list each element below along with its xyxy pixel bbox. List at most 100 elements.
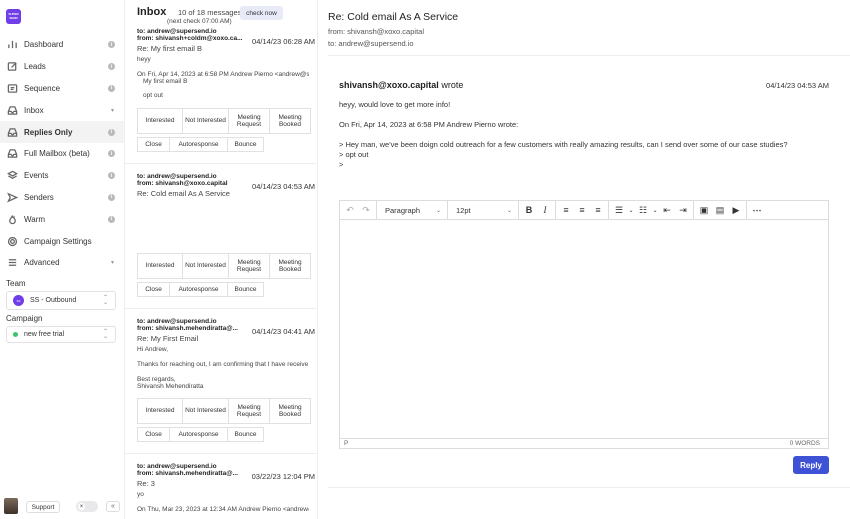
theme-toggle[interactable]: × <box>76 501 98 512</box>
divider <box>328 487 850 488</box>
tag-buttons: Interested Not Interested Meeting Reques… <box>137 398 311 424</box>
info-icon[interactable]: i <box>108 193 115 201</box>
campaign-select[interactable]: new free trial ⌃ ⌄ <box>6 326 116 343</box>
word-count[interactable]: 0 WORDS <box>790 440 820 447</box>
toolbar-divider <box>555 200 556 220</box>
check-now-button[interactable]: check now <box>240 6 283 20</box>
indent-icon[interactable]: ⇥ <box>675 202 691 218</box>
tag-interested-button[interactable]: Interested <box>137 108 183 134</box>
bounce-button[interactable]: Bounce <box>227 137 264 152</box>
next-check-time: (next check 07:00 AM) <box>167 18 232 25</box>
bounce-button[interactable]: Bounce <box>227 282 264 297</box>
bullet-list-icon[interactable]: ☰ <box>611 202 627 218</box>
info-icon[interactable]: i <box>108 84 115 92</box>
list-item[interactable]: to: andrew@supersend.io from: shivansh.m… <box>137 463 315 513</box>
chevron-down-icon[interactable]: ⌄ <box>651 202 659 218</box>
toolbar-divider <box>376 200 377 220</box>
list-item[interactable]: to: andrew@supersend.io from: shivansh+c… <box>137 28 315 99</box>
reply-button[interactable]: Reply <box>793 456 829 474</box>
action-buttons: Close Autoresponse Bounce <box>137 137 264 152</box>
autoresponse-button[interactable]: Autoresponse <box>169 137 228 152</box>
replies-icon <box>6 126 18 138</box>
toolbar-divider <box>447 200 448 220</box>
italic-icon[interactable]: I <box>537 202 553 218</box>
bounce-button[interactable]: Bounce <box>227 427 264 442</box>
bold-icon[interactable]: B <box>521 202 537 218</box>
align-right-icon[interactable]: ≡ <box>590 202 606 218</box>
media-icon[interactable]: ▶ <box>728 202 744 218</box>
user-avatar[interactable] <box>4 498 18 514</box>
collapse-sidebar-button[interactable]: « <box>106 501 120 512</box>
tag-not-interested-button[interactable]: Not Interested <box>182 108 229 134</box>
chevron-down-icon[interactable]: ▾ <box>111 107 114 114</box>
sidebar-item-dashboard[interactable]: Dashboard i <box>0 34 124 56</box>
chevron-down-icon[interactable]: ▾ <box>111 259 114 266</box>
sidebar-item-label: Full Mailbox (beta) <box>24 149 90 159</box>
action-buttons: Close Autoresponse Bounce <box>137 427 264 442</box>
reply-editor[interactable]: ↶ ↷ Paragraph ⌄ 12pt ⌄ B I ≡ ≡ ≡ ☰ ⌄ ☷ ⌄ <box>339 200 829 449</box>
align-center-icon[interactable]: ≡ <box>574 202 590 218</box>
close-button[interactable]: Close <box>137 427 170 442</box>
close-button[interactable]: Close <box>137 282 170 297</box>
info-icon[interactable]: i <box>108 150 115 158</box>
supersend-logo[interactable]: SUPER SEND <box>6 9 21 24</box>
tag-meeting-request-button[interactable]: Meeting Request <box>228 398 270 424</box>
mailbox-icon <box>6 148 18 160</box>
support-button[interactable]: Support <box>26 501 60 513</box>
format-select[interactable]: Paragraph ⌄ <box>379 201 445 220</box>
sidebar-item-senders[interactable]: Senders i <box>0 187 124 209</box>
close-button[interactable]: Close <box>137 137 170 152</box>
info-icon[interactable]: i <box>108 41 115 49</box>
tag-interested-button[interactable]: Interested <box>137 398 183 424</box>
image-icon[interactable]: ▣ <box>696 202 712 218</box>
tag-meeting-booked-button[interactable]: Meeting Booked <box>269 108 311 134</box>
team-select[interactable]: SS SS - Outbound ⌃ ⌄ <box>6 291 116 310</box>
sidebar-item-inbox[interactable]: Inbox ▾ <box>0 99 124 121</box>
sidebar-item-warm[interactable]: Warm i <box>0 208 124 230</box>
sidebar-item-campaign-settings[interactable]: Campaign Settings <box>0 230 124 252</box>
flame-icon <box>6 213 18 225</box>
email-from-header: from: shivansh@xoxo.capital <box>328 27 424 36</box>
tag-meeting-request-button[interactable]: Meeting Request <box>228 253 270 279</box>
message-body-line: heyy <box>137 56 151 63</box>
tag-not-interested-button[interactable]: Not Interested <box>182 398 229 424</box>
tag-meeting-request-button[interactable]: Meeting Request <box>228 108 270 134</box>
info-icon[interactable]: i <box>108 215 115 223</box>
info-icon[interactable]: i <box>108 63 115 71</box>
info-icon[interactable]: i <box>108 172 115 180</box>
sidebar-item-advanced[interactable]: Advanced ▾ <box>0 252 124 274</box>
sidebar-item-events[interactable]: Events i <box>0 165 124 187</box>
tag-meeting-booked-button[interactable]: Meeting Booked <box>269 253 311 279</box>
element-path[interactable]: P <box>344 440 348 447</box>
sidebar-item-sequence[interactable]: Sequence i <box>0 78 124 100</box>
tag-interested-button[interactable]: Interested <box>137 253 183 279</box>
numbered-list-icon[interactable]: ☷ <box>635 202 651 218</box>
message-body-line: Shivansh Mehendiratta <box>137 383 204 390</box>
sidebar-nav: Dashboard i Leads i Sequence i Inbox ▾ R… <box>0 34 124 274</box>
list-item[interactable]: to: andrew@supersend.io from: shivansh.m… <box>137 318 315 390</box>
align-left-icon[interactable]: ≡ <box>558 202 574 218</box>
tag-meeting-booked-button[interactable]: Meeting Booked <box>269 398 311 424</box>
tag-not-interested-button[interactable]: Not Interested <box>182 253 229 279</box>
toggle-knob: × <box>78 503 85 510</box>
list-item[interactable]: to: andrew@supersend.io from: shivansh@x… <box>137 173 315 198</box>
outdent-icon[interactable]: ⇤ <box>659 202 675 218</box>
autoresponse-button[interactable]: Autoresponse <box>169 427 228 442</box>
message-body-line: opt out <box>143 92 163 99</box>
message-body-line: Thanks for reaching out, I am confirming… <box>137 361 309 368</box>
sidebar-item-leads[interactable]: Leads i <box>0 56 124 78</box>
more-icon[interactable]: ⋯ <box>749 202 765 218</box>
message-body-line: On Fri, Apr 14, 2023 at 6:58 PM Andrew P… <box>137 71 309 78</box>
inbox-title: Inbox <box>137 6 167 18</box>
redo-icon[interactable]: ↷ <box>358 202 374 218</box>
sidebar-item-replies-only[interactable]: Replies Only i <box>0 121 124 143</box>
autoresponse-button[interactable]: Autoresponse <box>169 282 228 297</box>
status-dot-icon <box>13 332 18 337</box>
font-size-select[interactable]: 12pt ⌄ <box>450 201 516 220</box>
font-size-select-value: 12pt <box>456 205 471 215</box>
chevron-down-icon[interactable]: ⌄ <box>627 202 635 218</box>
info-icon[interactable]: i <box>108 128 115 136</box>
template-icon[interactable]: ▤ <box>712 202 728 218</box>
undo-icon[interactable]: ↶ <box>342 202 358 218</box>
sidebar-item-full-mailbox[interactable]: Full Mailbox (beta) i <box>0 143 124 165</box>
